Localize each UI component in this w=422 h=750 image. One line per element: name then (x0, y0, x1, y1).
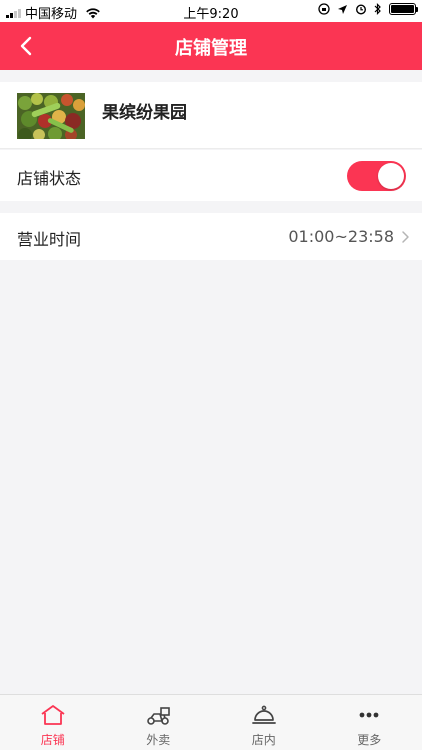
location-icon (338, 4, 347, 14)
battery-icon (389, 3, 418, 15)
chevron-right-icon (402, 231, 409, 243)
tab-delivery[interactable]: 外卖 (106, 695, 212, 750)
store-status-toggle[interactable] (347, 161, 406, 191)
status-bar-right (318, 3, 418, 15)
tab-bar: 店铺 外卖 店内 更多 (0, 694, 422, 750)
alarm-icon (355, 4, 367, 15)
scooter-icon (147, 707, 171, 725)
tab-label: 店内 (251, 733, 276, 747)
rotation-lock-icon (318, 3, 330, 15)
tab-store[interactable]: 店铺 (0, 695, 106, 750)
tab-label: 更多 (357, 733, 382, 747)
tab-label: 外卖 (146, 733, 171, 747)
store-status-label: 店铺状态 (17, 169, 82, 188)
store-image (17, 93, 85, 139)
business-hours-value: 01:00~23:58 (288, 227, 394, 246)
business-hours-row[interactable]: 营业时间 01:00~23:58 (0, 213, 422, 260)
store-name: 果缤纷果园 (102, 103, 187, 123)
page-title: 店铺管理 (175, 38, 247, 59)
store-info-row[interactable]: 果缤纷果园 (0, 82, 422, 149)
tab-dine-in[interactable]: 店内 (211, 695, 317, 750)
cloche-icon (251, 705, 276, 724)
home-icon (41, 705, 65, 725)
status-bar: 中国移动 上午9:20 (0, 0, 422, 22)
bluetooth-icon (374, 3, 381, 15)
toggle-knob (378, 163, 404, 189)
fruit-store-photo (17, 93, 85, 139)
business-hours-label: 营业时间 (17, 230, 82, 249)
tab-more[interactable]: 更多 (317, 695, 422, 750)
tab-label: 店铺 (40, 733, 65, 747)
more-dots-icon (359, 712, 379, 718)
nav-bar: 店铺管理 (0, 22, 422, 70)
